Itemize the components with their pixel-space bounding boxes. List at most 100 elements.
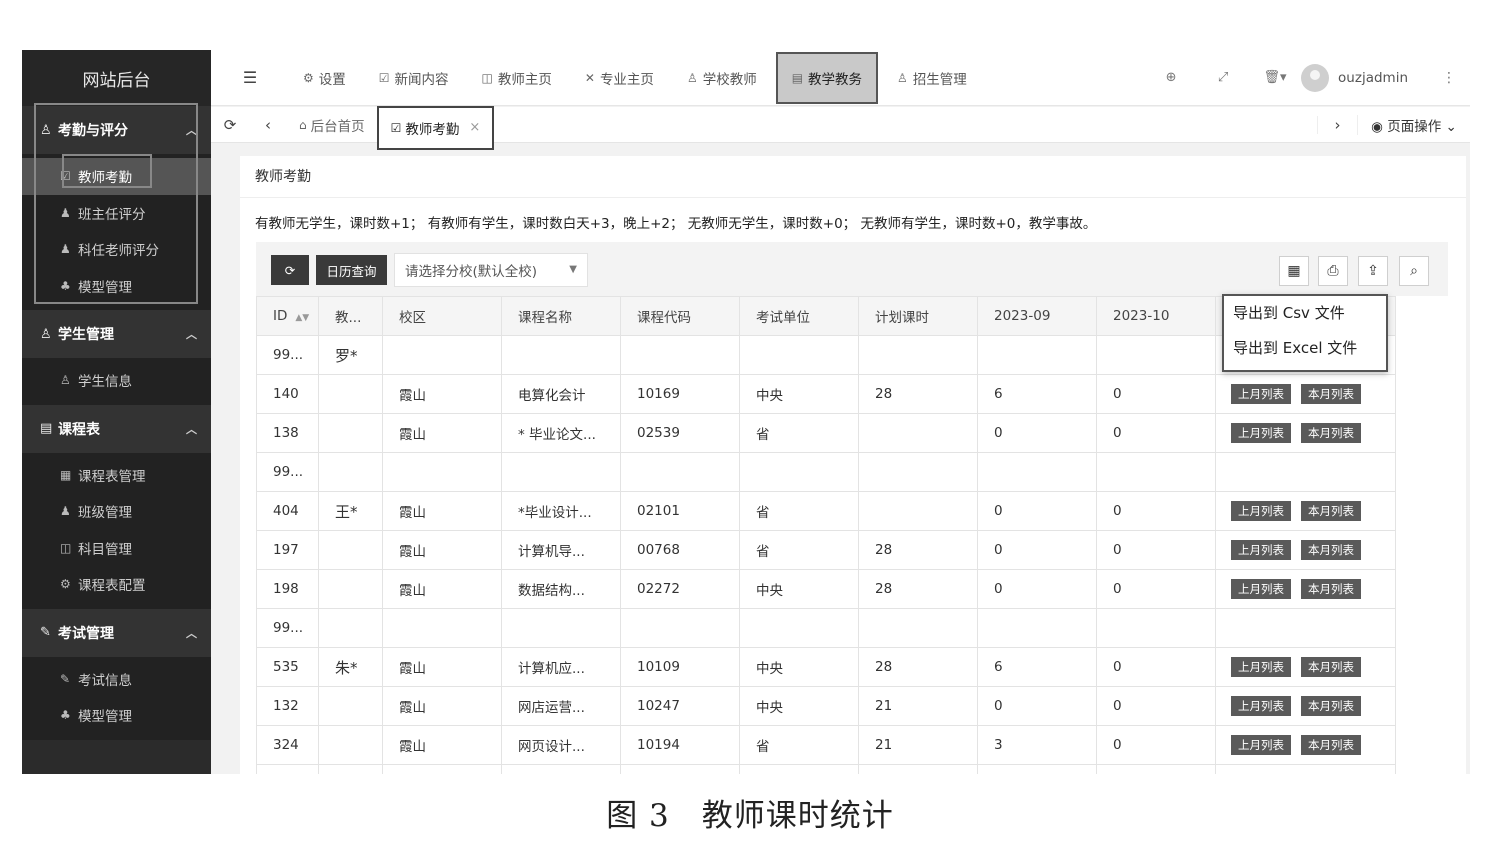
print-icon[interactable]: ⎙ [1318, 256, 1348, 286]
prev-month-list-button[interactable]: 上月列表 [1231, 579, 1291, 599]
refresh-icon[interactable]: ⟳ [211, 116, 249, 134]
sidebar-group-exams[interactable]: ✎ 考试管理 ︿ [22, 608, 211, 657]
cell-plan [858, 413, 978, 453]
table-row[interactable]: 535 朱* 霞山 计算机应... 10109 中央 28 6 0 上月列表 本月列表 [256, 647, 1396, 687]
topnav-news[interactable]: ☑ 新闻内容 [365, 50, 463, 106]
current-month-list-button[interactable]: 本月列表 [1301, 540, 1361, 560]
sidebar-item-timetable-management[interactable]: ▦ 课程表管理 [22, 457, 211, 494]
current-month-list-button[interactable]: 本月列表 [1301, 696, 1361, 716]
cell-campus: 霞山 [382, 491, 502, 531]
refresh-button[interactable]: ⟳ [271, 255, 309, 285]
cell-plan [858, 452, 978, 492]
sort-icon[interactable]: ▲▼ [295, 313, 309, 323]
sidebar-item-subject-management[interactable]: ◫ 科目管理 [22, 530, 211, 567]
sidebar-group-items: ▦ 课程表管理 ♟ 班级管理 ◫ 科目管理 ⚙ 课程表配置 [22, 452, 211, 609]
trash-dropdown-icon[interactable]: 🗑▾ [1249, 70, 1301, 85]
sidebar-item-exam-model-management[interactable]: ♣ 模型管理 [22, 697, 211, 734]
prev-month-list-button[interactable]: 上月列表 [1231, 384, 1291, 404]
avatar[interactable] [1301, 63, 1330, 92]
prev-month-list-button[interactable]: 上月列表 [1231, 423, 1291, 443]
cell-id [256, 764, 319, 774]
tab-bar-right: › ◉ 页面操作 ⌄ [1317, 107, 1470, 143]
table-row[interactable]: 197 霞山 计算机导... 00768 省 28 0 0 上月列表 本月列表 [256, 530, 1396, 570]
topnav-major-home[interactable]: ✕ 专业主页 [571, 50, 668, 106]
table-row[interactable]: 99... [256, 608, 1396, 648]
column-header[interactable]: 2023-09 [977, 296, 1097, 336]
cell-campus: 霞山 [382, 530, 502, 570]
chevron-right-icon[interactable]: › [1317, 115, 1357, 134]
current-month-list-button[interactable]: 本月列表 [1301, 579, 1361, 599]
sidebar-item-headteacher-score[interactable]: ♟ 班主任评分 [22, 195, 211, 232]
cell-m09: 0 [977, 413, 1097, 453]
export-csv-option[interactable]: 导出到 Csv 文件 [1224, 296, 1386, 331]
sidebar-item-class-management[interactable]: ♟ 班级管理 [22, 493, 211, 530]
prev-month-list-button[interactable]: 上月列表 [1231, 657, 1291, 677]
sidebar-item-subject-teacher-score[interactable]: ♟ 科任老师评分 [22, 231, 211, 268]
calendar-query-button[interactable]: 日历查询 [316, 255, 387, 285]
current-month-list-button[interactable]: 本月列表 [1301, 384, 1361, 404]
globe-icon[interactable]: ⊕ [1145, 70, 1197, 85]
table-row[interactable]: 140 霞山 电算化会计 10169 中央 28 6 0 上月列表 本月列表 [256, 374, 1396, 414]
tab-home[interactable]: ⌂ 后台首页 [287, 107, 377, 143]
sidebar-item-label: 班主任评分 [78, 206, 146, 223]
prev-month-list-button[interactable]: 上月列表 [1231, 540, 1291, 560]
table-row[interactable]: 上月列表本月列表 [256, 764, 1396, 774]
topnav-school-teachers[interactable]: ♙ 学校教师 [673, 50, 771, 106]
table-row[interactable]: 99... [256, 452, 1396, 492]
cell-id: 140 [256, 374, 319, 414]
topnav-settings[interactable]: ⚙ 设置 [289, 50, 360, 106]
columns-icon[interactable]: ▦ [1279, 256, 1309, 286]
site-title: 网站后台 [22, 50, 211, 106]
table-row[interactable]: 404 王* 霞山 *毕业设计... 02101 省 0 0 上月列表 本月列表 [256, 491, 1396, 531]
column-header[interactable]: 计划课时 [858, 296, 978, 336]
topnav-academic-affairs[interactable]: ▤ 教学教务 [775, 51, 879, 104]
cell-unit: 省 [739, 530, 859, 570]
column-header[interactable]: 教... [318, 296, 383, 336]
figure-caption: 图 3 教师课时统计 [606, 798, 894, 834]
sidebar-group-students[interactable]: ♙ 学生管理 ︿ [22, 310, 211, 358]
search-icon[interactable]: ⌕ [1399, 256, 1429, 286]
export-icon[interactable]: ⇪ [1358, 256, 1388, 286]
close-icon[interactable]: × [469, 120, 480, 135]
fullscreen-icon[interactable]: ⤢ [1197, 70, 1249, 85]
user-icon: ♟ [60, 205, 71, 220]
table-row[interactable]: 132 霞山 网店运营... 10247 中央 21 0 0 上月列表 本月列表 [256, 686, 1396, 726]
menu-toggle-icon[interactable]: ☰ [211, 68, 289, 87]
column-header[interactable]: 校区 [382, 296, 502, 336]
table-row[interactable]: 324 霞山 网页设计... 10194 省 21 3 0 上月列表 本月列表 [256, 725, 1396, 765]
export-excel-option[interactable]: 导出到 Excel 文件 [1224, 331, 1386, 366]
column-header[interactable]: 课程代码 [620, 296, 740, 336]
column-header[interactable]: 课程名称 [501, 296, 621, 336]
table-row[interactable]: 198 霞山 数据结构... 02272 中央 28 0 0 上月列表 本月列表 [256, 569, 1396, 609]
cell-unit [739, 335, 859, 375]
column-header[interactable]: 2023-10 [1096, 296, 1216, 336]
campus-select[interactable]: 请选择分校(默认全校) ▼ [394, 253, 588, 287]
sidebar-item-teacher-attendance[interactable]: ☑ 教师考勤 [22, 158, 211, 195]
prev-month-list-button[interactable]: 上月列表 [1231, 696, 1291, 716]
page-operations-dropdown[interactable]: ◉ 页面操作 ⌄ [1357, 114, 1470, 135]
sidebar-item-model-management[interactable]: ♣ 模型管理 [22, 268, 211, 305]
top-nav: ⚙ 设置 ☑ 新闻内容 ◫ 教师主页 ✕ 专业主页 ♙ 学校教师 ▤ 教学教务 ♙ 招生管理 [289, 50, 986, 106]
current-month-list-button[interactable]: 本月列表 [1301, 501, 1361, 521]
prev-month-list-button[interactable]: 上月列表 [1231, 735, 1291, 755]
current-month-list-button[interactable]: 本月列表 [1301, 735, 1361, 755]
column-header[interactable]: ID ▲▼ [256, 296, 319, 336]
current-month-list-button[interactable]: 本月列表 [1301, 657, 1361, 677]
book-icon: ◫ [481, 70, 493, 85]
sidebar-item-timetable-config[interactable]: ⚙ 课程表配置 [22, 566, 211, 603]
sidebar-item-student-info[interactable]: ♙ 学生信息 [22, 362, 211, 399]
sidebar-group-attendance[interactable]: ♙ 考勤与评分 ︿ [22, 106, 211, 154]
topnav-admissions[interactable]: ♙ 招生管理 [883, 50, 981, 106]
column-header[interactable]: 考试单位 [739, 296, 859, 336]
prev-month-list-button[interactable]: 上月列表 [1231, 501, 1291, 521]
chevron-left-icon[interactable]: ‹ [249, 116, 287, 134]
sidebar-item-exam-info[interactable]: ✎ 考试信息 [22, 661, 211, 698]
sidebar-group-timetable[interactable]: ▤ 课程表 ︿ [22, 404, 211, 453]
topnav-teacher-home[interactable]: ◫ 教师主页 [468, 50, 566, 106]
username[interactable]: ouzjadmin [1338, 70, 1408, 86]
current-month-list-button[interactable]: 本月列表 [1301, 423, 1361, 443]
list-icon: ▤ [40, 421, 53, 436]
more-vertical-icon[interactable]: ⋮ [1442, 70, 1456, 86]
tab-teacher-attendance[interactable]: ☑ 教师考勤 × [376, 105, 495, 150]
table-row[interactable]: 138 霞山 * 毕业论文... 02539 省 0 0 上月列表 本月列表 [256, 413, 1396, 453]
